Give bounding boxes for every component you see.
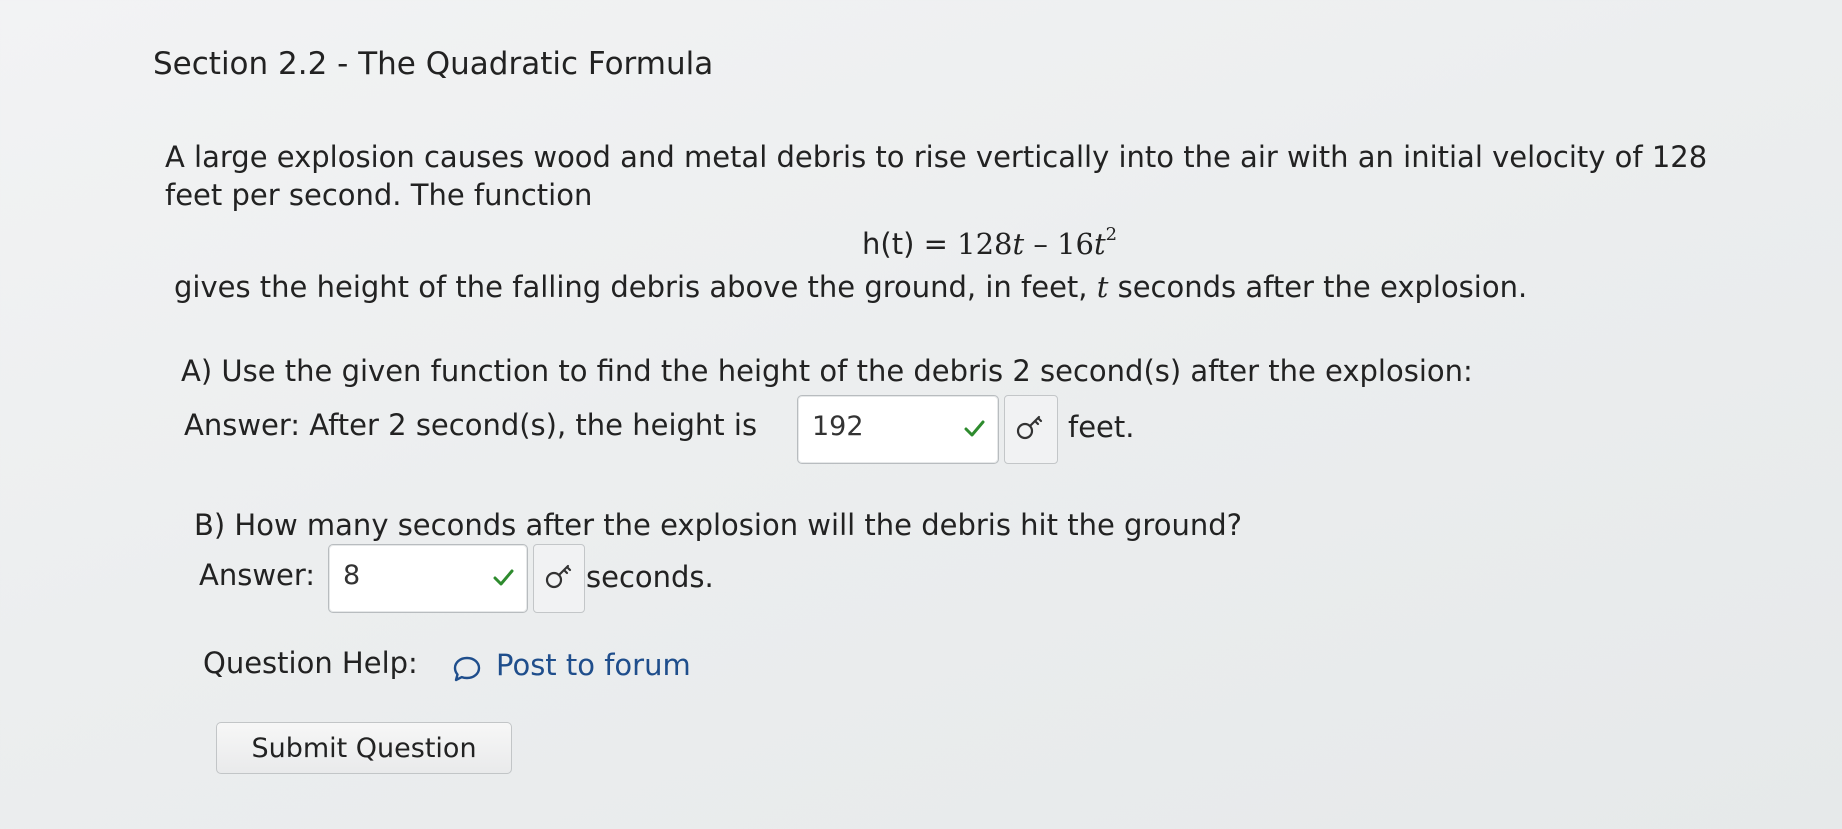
post-to-forum-link[interactable]: Post to forum (452, 648, 691, 682)
description-before: gives the height of the falling debris a… (174, 270, 1097, 304)
equation-coefficient-1: 128 (957, 227, 1013, 261)
question-help-label: Question Help: (203, 646, 418, 680)
height-function-equation: h(t) = 128t – 16t2 (862, 224, 1117, 261)
key-icon (545, 564, 572, 589)
part-a-answer-input[interactable]: 192 (797, 395, 999, 464)
check-icon (964, 420, 985, 437)
part-b-answer-value: 8 (343, 560, 361, 591)
part-a-unit: feet. (1068, 410, 1135, 444)
equation-lhs: h(t) = (862, 227, 958, 261)
problem-description: gives the height of the falling debris a… (174, 270, 1527, 304)
section-title: Section 2.2 - The Quadratic Formula (153, 46, 714, 82)
key-icon (1016, 415, 1043, 440)
problem-text-line-2: feet per second. The function (165, 178, 593, 212)
submit-question-button[interactable]: Submit Question (216, 722, 512, 774)
equation-variable-1: t (1012, 227, 1025, 261)
problem-text-line-1: A large explosion causes wood and metal … (165, 140, 1708, 174)
equation-minus: – (1024, 227, 1058, 261)
equation-exponent: 2 (1105, 224, 1118, 245)
part-b-key-button[interactable] (533, 544, 585, 613)
equation-variable-2: t (1093, 227, 1106, 261)
part-a-answer-label: Answer: After 2 second(s), the height is (184, 408, 758, 442)
question-page: Section 2.2 - The Quadratic Formula A la… (0, 0, 1842, 829)
description-after: seconds after the explosion. (1108, 270, 1528, 304)
part-b-answer-input[interactable]: 8 (328, 544, 528, 613)
part-a-question: A) Use the given function to find the he… (181, 354, 1473, 388)
description-variable: t (1096, 270, 1109, 304)
equation-coefficient-2: 16 (1057, 227, 1094, 261)
post-to-forum-label: Post to forum (496, 648, 691, 682)
speech-bubble-icon (453, 656, 481, 682)
part-b-unit: seconds. (586, 560, 714, 594)
part-a-key-button[interactable] (1004, 395, 1058, 464)
part-a-answer-value: 192 (812, 411, 864, 442)
part-b-question: B) How many seconds after the explosion … (194, 508, 1243, 542)
part-b-answer-label: Answer: (199, 558, 316, 592)
check-icon (493, 569, 514, 586)
